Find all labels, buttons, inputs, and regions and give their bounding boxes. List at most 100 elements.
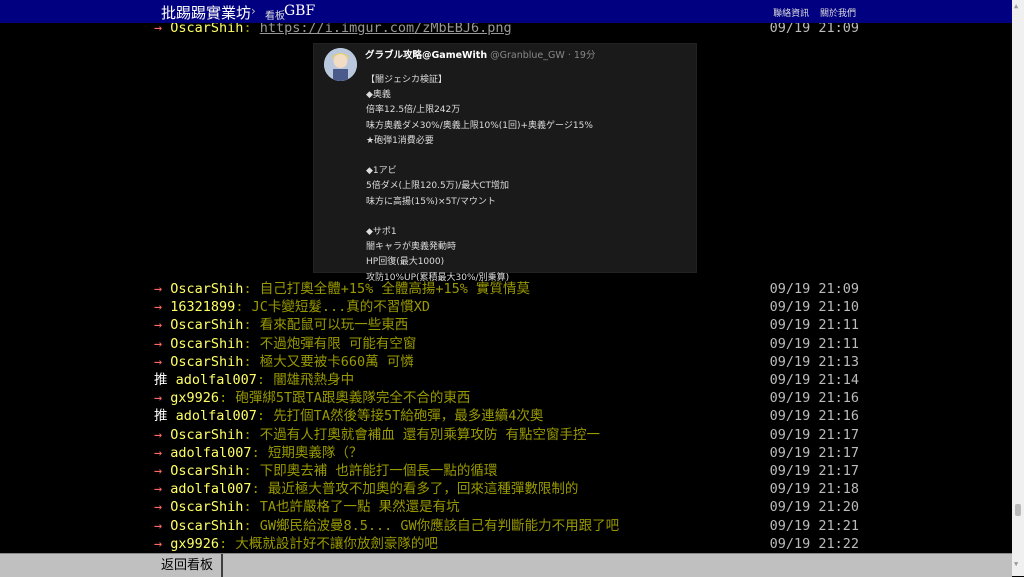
push-time: 09/19 21:17 [769,426,859,443]
tweet-age: · 19分 [567,50,596,61]
push-time: 09/19 21:10 [769,299,859,316]
push-user: OscarShih [170,426,244,443]
push-time: 09/19 21:09 [769,281,859,297]
back-to-board-button[interactable]: 返回看板 [153,554,223,577]
push-tag: 推 [154,408,168,425]
push-content: 看來配鼠可以玩一些東西 [259,317,409,334]
push-user: OscarShih [170,281,244,297]
push-row: → OscarShih: 自己打奧全體+15% 全體高揚+15% 實質情莫 09/… [154,281,859,297]
board-name-link[interactable]: GBF [284,3,315,19]
push-content: 先打個TA然後等接5T給砲彈，最多連續4次奧 [273,408,544,425]
embedded-tweet-image[interactable]: グラブル攻略@GameWith @Granblue_GW · 19分 【闇ジェシ… [313,43,697,283]
push-row: → gx9926: 大概就設計好不讓你放劍豪隊的吧 09/19 21:22 [154,535,859,552]
contact-link[interactable]: 聯絡資訊 [773,9,809,19]
push-content: 闇雄飛熱身中 [273,372,355,388]
tweet-header: グラブル攻略@GameWith @Granblue_GW · 19分 [365,47,595,61]
image-link[interactable]: https://i.imgur.com/zMbEBJ6.png [260,23,512,36]
push-row: → OscarShih: GW鄉民給波曼8.5... GW你應該自己有判斷能力不… [154,517,859,534]
push-time: 09/19 21:14 [769,372,859,388]
push-row: → OscarShih: 不過有人打奧就會補血 還有別乘算攻防 有點空窗手控一 0… [154,426,859,443]
tweet-line: ◆奥義 [366,90,391,101]
push-row: → OscarShih: 看來配鼠可以玩一些東西 09/19 21:11 [154,317,859,334]
push-content: 短期奧義隊（？ [267,444,363,461]
push-content: 不過炮彈有限 可能有空窗 [259,335,417,352]
push-user: adolfal007 [175,372,257,388]
push-time: 09/19 21:13 [769,353,859,370]
push-time: 09/19 21:16 [769,408,859,425]
push-tag: → [154,535,163,552]
tweet-line: ◆サポ1 [366,227,397,237]
push-content: 大概就設計好不讓你放劍豪隊的吧 [235,535,438,552]
push-content: JC卡變短髮...真的不習慣XD [251,299,430,316]
vertical-scrollbar[interactable]: ▲ ▼ [1012,0,1024,576]
push-tag: → [154,390,163,407]
tweet-line: 味方に高揚(15%)×5T/マウント [366,196,496,207]
scroll-down-arrow-icon[interactable]: ▼ [1014,560,1018,568]
tweet-line: 倍率12.5倍/上限242万 [366,105,461,116]
bottom-bar: 返回看板 [0,553,1012,577]
push-user: OscarShih [170,517,244,534]
push-time: 09/19 21:17 [769,444,859,461]
breadcrumb-separator: › [251,4,256,18]
push-tag: → [154,499,163,516]
push-tag: → [154,317,163,334]
push-content: 自己打奧全體+15% 全體高揚+15% 實質情莫 [259,281,530,297]
tweet-line: ◆1アビ [366,166,397,177]
push-content: 最近極大普攻不加奧的看多了，回來這種彈數限制的 [267,481,579,498]
push-tag: → [154,23,163,36]
push-user: OscarShih [170,499,244,516]
push-user: gx9926 [170,535,220,552]
scrollbar-thumb[interactable] [1015,504,1021,516]
push-row: → OscarShih: 下即奧去補 也許能打一個長一點的循環 09/19 21:… [154,463,859,479]
push-content: TA也許嚴格了一點 果然還是有坑 [259,499,460,516]
push-row: → adolfal007: 最近極大普攻不加奧的看多了，回來這種彈數限制的 09/… [154,481,859,498]
tweet-line: 【闇ジェシカ検証】 [366,75,448,85]
tweet-line: HP回復(最大1000) [366,257,445,268]
push-tag: → [154,353,163,370]
push-user: gx9926 [170,390,220,407]
push-row: → OscarShih: TA也許嚴格了一點 果然還是有坑 09/19 21:20 [154,499,859,516]
tweet-line: 5倍ダメ(上限120.5万)/最大CT增加 [366,181,510,192]
push-tag: 推 [154,372,168,388]
push-row: → OscarShih: 極大又要被卡660萬 可憐 09/19 21:13 [154,353,859,370]
push-row: → OscarShih: 不過炮彈有限 可能有空窗 09/19 21:11 [154,335,859,352]
tweet-handle: @Granblue_GW [490,50,565,61]
push-content: 砲彈綁5T跟TA跟奧義隊完全不合的東西 [235,390,471,407]
push-time: 09/19 21:16 [769,390,859,407]
push-row: → OscarShih: https://i.imgur.com/zMbEBJ6… [154,23,860,37]
push-row: 推 adolfal007: 闇雄飛熱身中 09/19 21:14 [154,372,859,388]
push-tag: → [154,335,163,352]
push-user: OscarShih [170,353,244,370]
top-links: 聯絡資訊 關於我們 [765,6,856,19]
push-row: → 16321899: JC卡變短髮...真的不習慣XD 09/19 21:10 [154,299,859,316]
tweet-account-name: グラブル攻略@GameWith [365,50,488,61]
push-tag: → [154,463,163,479]
about-link[interactable]: 關於我們 [820,9,856,19]
push-time: 09/19 21:11 [769,317,859,334]
avatar [324,48,357,81]
site-title-link[interactable]: 批踢踢實業坊 [161,2,251,23]
push-user: adolfal007 [175,408,257,425]
push-tag: → [154,426,163,443]
tweet-line: ★砲弾1消費必要 [366,135,434,146]
push-content: GW鄉民給波曼8.5... GW你應該自己有判斷能力不用跟了吧 [259,517,620,534]
push-time: 09/19 21:17 [769,463,859,479]
push-time: 09/19 21:20 [769,499,859,516]
push-tag: → [154,517,163,534]
article-content[interactable]: → OscarShih: https://i.imgur.com/zMbEBJ6… [0,23,1012,553]
push-time: 09/19 21:21 [769,517,859,534]
push-user: adolfal007 [170,481,252,498]
push-time: 09/19 21:09 [769,23,859,36]
push-time: 09/19 21:22 [769,535,859,552]
push-tag: → [154,481,163,498]
push-time: 09/19 21:11 [769,335,859,352]
push-row: → gx9926: 砲彈綁5T跟TA跟奧義隊完全不合的東西 09/19 21:16 [154,390,859,407]
push-user: OscarShih [170,463,244,479]
push-user: OscarShih [170,335,244,352]
tweet-line: 闇キャラが奥義発動時 [366,242,457,253]
push-content: 下即奧去補 也許能打一個長一點的循環 [259,463,498,479]
scroll-up-arrow-icon[interactable]: ▲ [1014,2,1018,10]
push-user: OscarShih [170,23,244,36]
push-tag: → [154,299,163,316]
push-tag: → [154,281,163,297]
